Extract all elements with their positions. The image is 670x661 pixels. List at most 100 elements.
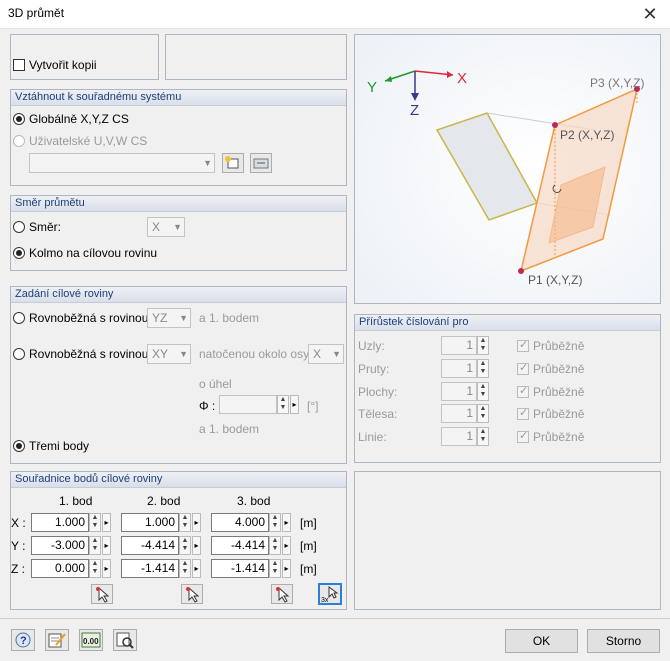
y-point2-spinner[interactable]: ▲ ▼ — [179, 536, 191, 555]
y-point3-pick-button[interactable]: ▸ — [282, 536, 291, 555]
members-increment-input[interactable]: 1 — [441, 359, 477, 378]
y-point1-pick-button[interactable]: ▸ — [102, 536, 111, 555]
members-increment-spinner[interactable]: ▲ ▼ — [477, 359, 489, 378]
parallel-plane-radio[interactable] — [13, 312, 25, 324]
lines-label: Linie: — [358, 430, 387, 444]
perpendicular-radio[interactable] — [13, 247, 25, 259]
y-point3-spinner[interactable]: ▲ ▼ — [269, 536, 281, 555]
surfaces-increment-input[interactable]: 1 — [441, 382, 477, 401]
angle-spinner[interactable]: ▲ ▼ — [277, 395, 289, 414]
x-unit: [m] — [300, 516, 317, 530]
z-point1-spinner[interactable]: ▲ ▼ — [89, 559, 101, 578]
pick-point1-button[interactable] — [91, 584, 113, 604]
x-point1-input[interactable]: 1.000 — [31, 513, 89, 532]
create-copy-label: Vytvořit kopii — [29, 58, 97, 72]
solids-continuous-checkbox[interactable] — [517, 406, 529, 420]
parallel-plane-suffix: a 1. bodem — [199, 311, 260, 325]
members-continuous-checkbox[interactable] — [517, 361, 529, 375]
chevron-down-icon: ▼ — [179, 313, 188, 323]
y-point1-input[interactable]: -3.000 — [31, 536, 89, 555]
ok-button[interactable]: OK — [505, 629, 578, 653]
y-point1-spinner[interactable]: ▲ ▼ — [89, 536, 101, 555]
z-point1-pick-button[interactable]: ▸ — [102, 559, 111, 578]
x-point2-pick-button[interactable]: ▸ — [192, 513, 201, 532]
solids-increment-input[interactable]: 1 — [441, 404, 477, 423]
user-cs-select[interactable]: ▼ — [29, 153, 215, 173]
parallel-plane-select-value: YZ — [152, 311, 168, 325]
pick-point-icon — [276, 586, 290, 603]
pick-point2-button[interactable] — [181, 584, 203, 604]
pick-point3-button[interactable] — [271, 584, 293, 604]
row-label-z: Z : — [11, 562, 25, 576]
perpendicular-label: Kolmo na cílovou rovinu — [29, 246, 158, 260]
new-cs-button[interactable] — [222, 153, 244, 173]
nodes-continuous-checkbox[interactable] — [517, 338, 529, 352]
preview-panel: X Y Z P1 (X,Y,Z) P2 (X,Y,Z) P3 (X,Y,Z) — [354, 34, 661, 304]
help-button[interactable]: ? — [11, 629, 35, 651]
z-point2-pick-button[interactable]: ▸ — [192, 559, 201, 578]
nodes-increment-spinner[interactable]: ▲ ▼ — [477, 336, 489, 355]
z-point2-spinner[interactable]: ▲ ▼ — [179, 559, 191, 578]
p1-label: P1 (X,Y,Z) — [528, 273, 582, 287]
edit-button[interactable] — [45, 629, 69, 651]
x-point1-spinner[interactable]: ▲ ▼ — [89, 513, 101, 532]
angle-input[interactable] — [219, 395, 277, 414]
solids-increment-spinner[interactable]: ▲ ▼ — [477, 404, 489, 423]
lines-increment-input[interactable]: 1 — [441, 427, 477, 446]
units-icon: 0.00 — [81, 632, 101, 648]
z-point3-spinner[interactable]: ▲ ▼ — [269, 559, 281, 578]
cancel-button[interactable]: Storno — [587, 629, 660, 653]
direction-radio[interactable] — [13, 221, 25, 233]
z-point3-input[interactable]: -1.414 — [211, 559, 269, 578]
chevron-down-icon: ▼ — [173, 222, 182, 232]
edit-cs-icon — [253, 158, 269, 169]
x-point3-pick-button[interactable]: ▸ — [282, 513, 291, 532]
row-label-x: X : — [11, 516, 26, 530]
x-point1-pick-button[interactable]: ▸ — [102, 513, 111, 532]
y-point3-input[interactable]: -4.414 — [211, 536, 269, 555]
rotated-plane-radio[interactable] — [13, 348, 25, 360]
point-p2 — [552, 122, 558, 128]
user-cs-radio[interactable] — [13, 135, 25, 147]
surfaces-continuous-checkbox[interactable] — [517, 384, 529, 398]
angle-pick-button[interactable]: ▸ — [290, 395, 299, 414]
units-button[interactable]: 0.00 — [79, 629, 103, 651]
z-point2-input[interactable]: -1.414 — [121, 559, 179, 578]
edit-cs-button[interactable] — [250, 153, 272, 173]
pick-point-icon — [186, 586, 200, 603]
units-icon-text: 0.00 — [83, 637, 99, 646]
three-points-label: Třemi body — [29, 439, 90, 453]
axis-select[interactable]: X ▼ — [308, 344, 344, 364]
close-button[interactable]: ✕ — [635, 2, 665, 26]
target-plane-header: Zadání cílové roviny — [11, 287, 346, 303]
rotated-plane-label: Rovnoběžná s rovinou: — [29, 347, 152, 361]
pick-point-icon — [96, 586, 110, 603]
z-point3-pick-button[interactable]: ▸ — [282, 559, 291, 578]
lines-continuous-checkbox[interactable] — [517, 429, 529, 443]
p3-label: P3 (X,Y,Z) — [590, 76, 644, 90]
projection-diagram: X Y Z P1 (X,Y,Z) P2 (X,Y,Z) P3 (X,Y,Z) — [355, 35, 660, 303]
y-point2-pick-button[interactable]: ▸ — [192, 536, 201, 555]
nodes-increment-input[interactable]: 1 — [441, 336, 477, 355]
parallel-plane-select[interactable]: YZ ▼ — [147, 308, 191, 328]
svg-text:3x: 3x — [321, 597, 329, 603]
y-point2-input[interactable]: -4.414 — [121, 536, 179, 555]
create-copy-checkbox[interactable] — [13, 59, 25, 71]
solids-continuous-label: Průběžně — [533, 407, 585, 421]
x-point2-spinner[interactable]: ▲ ▼ — [179, 513, 191, 532]
direction-select[interactable]: X ▼ — [147, 217, 185, 237]
x-point3-spinner[interactable]: ▲ ▼ — [269, 513, 281, 532]
x-point2-input[interactable]: 1.000 — [121, 513, 179, 532]
point-suffix-label: a 1. bodem — [199, 422, 260, 436]
surfaces-increment-spinner[interactable]: ▲ ▼ — [477, 382, 489, 401]
three-points-radio[interactable] — [13, 440, 25, 452]
z-unit: [m] — [300, 562, 317, 576]
global-cs-radio[interactable] — [13, 113, 25, 125]
z-point1-input[interactable]: 0.000 — [31, 559, 89, 578]
rotated-plane-select[interactable]: XY ▼ — [147, 344, 191, 364]
lines-increment-spinner[interactable]: ▲ ▼ — [477, 427, 489, 446]
pick-three-points-button[interactable]: 3x — [318, 583, 342, 605]
view-button[interactable] — [113, 629, 137, 651]
members-continuous-label: Průběžně — [533, 362, 585, 376]
x-point3-input[interactable]: 4.000 — [211, 513, 269, 532]
